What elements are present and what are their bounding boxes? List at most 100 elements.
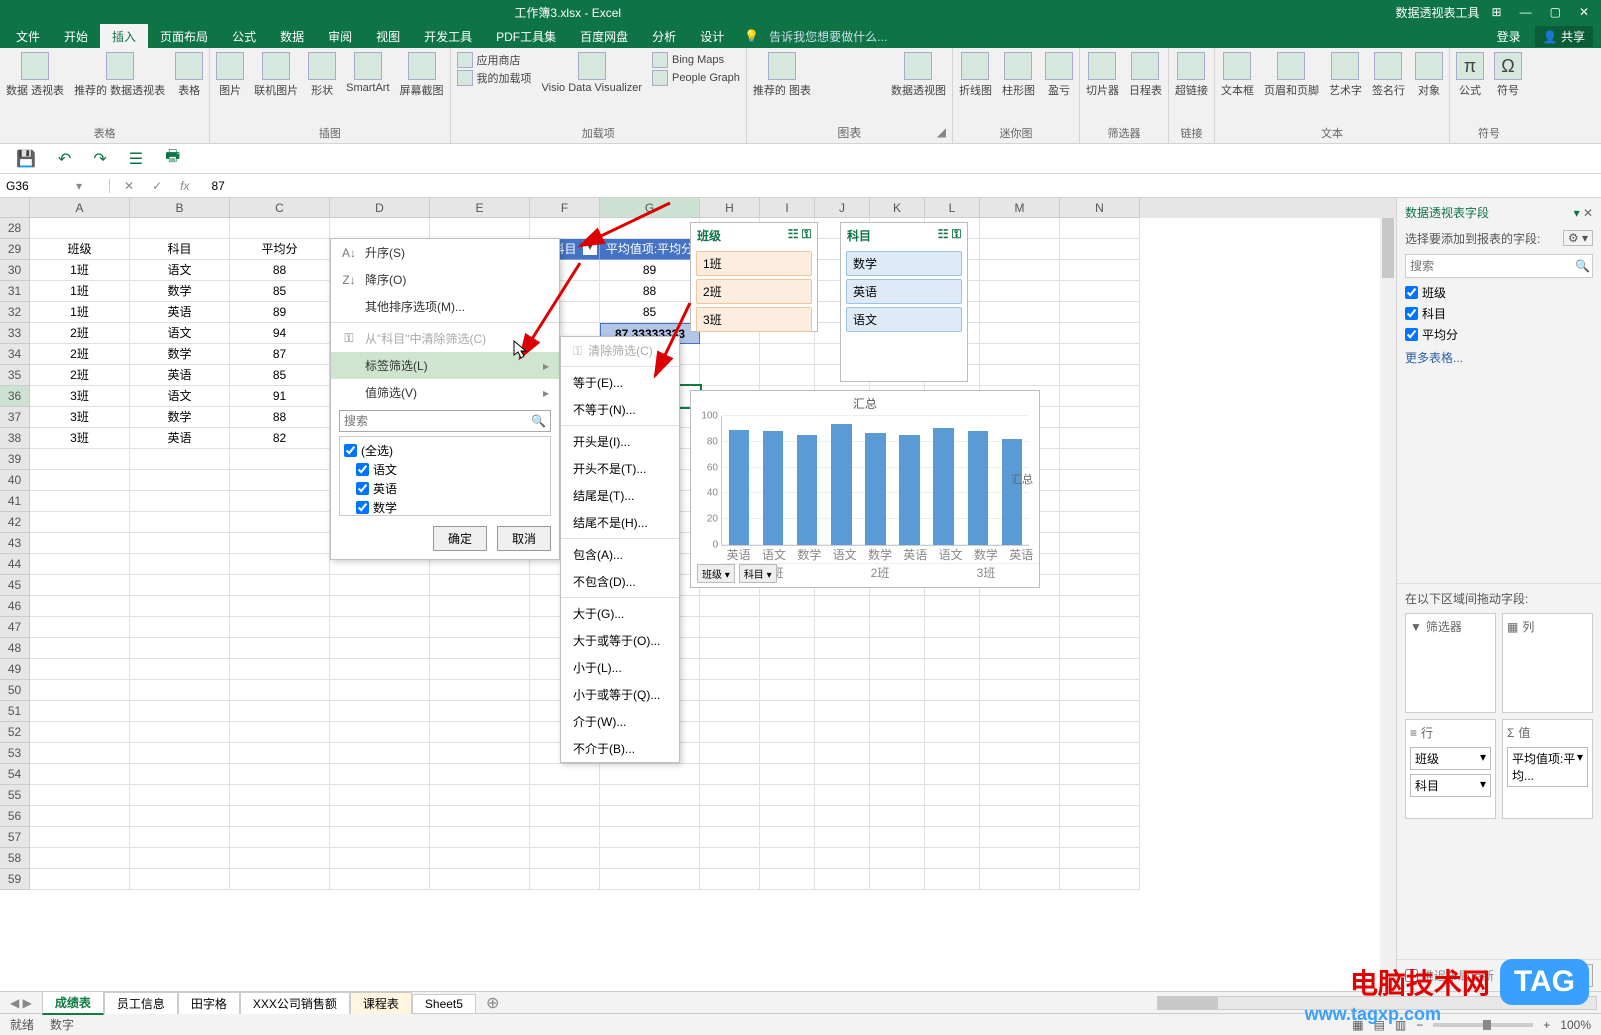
cell[interactable] <box>230 617 330 638</box>
cell[interactable]: 88 <box>230 260 330 281</box>
cell[interactable] <box>230 869 330 890</box>
cell[interactable] <box>760 365 815 386</box>
cell[interactable] <box>1060 407 1140 428</box>
cell[interactable] <box>815 743 870 764</box>
cell[interactable]: 94 <box>230 323 330 344</box>
check-item[interactable] <box>356 482 369 495</box>
row-header[interactable]: 36 <box>0 386 30 407</box>
slicer-item[interactable]: 数学 <box>846 251 962 276</box>
chart-scatter-icon[interactable] <box>863 73 881 91</box>
cell[interactable] <box>1060 554 1140 575</box>
sheet-nav-prev-icon[interactable]: ◀ <box>10 996 19 1010</box>
cell[interactable] <box>925 722 980 743</box>
cell[interactable]: 88 <box>230 407 330 428</box>
cell[interactable] <box>230 659 330 680</box>
sub-lte-item[interactable]: 小于或等于(Q)... <box>561 681 679 708</box>
sub-begins-item[interactable]: 开头是(I)... <box>561 428 679 455</box>
charts-dialog-launcher[interactable]: ◢ <box>937 125 946 139</box>
col-header[interactable]: G <box>600 198 700 218</box>
cell[interactable]: 数学 <box>130 344 230 365</box>
cell[interactable]: 3班 <box>30 407 130 428</box>
col-header[interactable]: J <box>815 198 870 218</box>
cell[interactable] <box>330 785 430 806</box>
cell[interactable]: 数学 <box>130 407 230 428</box>
col-header[interactable]: K <box>870 198 925 218</box>
cell[interactable] <box>815 701 870 722</box>
sheet-tab[interactable]: 田字格 <box>178 992 240 1014</box>
slicer-button[interactable]: 切片器 <box>1086 52 1119 98</box>
cell[interactable] <box>230 680 330 701</box>
row-header[interactable]: 52 <box>0 722 30 743</box>
chart-bar[interactable] <box>797 435 817 545</box>
cell[interactable] <box>925 764 980 785</box>
tab-data[interactable]: 数据 <box>268 24 316 49</box>
label-filter-submenu[interactable]: ⚿清除筛选(C) 等于(E)... 不等于(N)... 开头是(I)... 开头… <box>560 336 680 763</box>
cell[interactable] <box>30 575 130 596</box>
cell[interactable] <box>980 344 1060 365</box>
cell[interactable] <box>230 554 330 575</box>
cell[interactable] <box>870 848 925 869</box>
cell[interactable] <box>1060 449 1140 470</box>
filter-dropdown-menu[interactable]: A↓升序(S) Z↓降序(O) 其他排序选项(M)... ⚿从"科目"中清除筛选… <box>330 238 560 560</box>
cell[interactable]: 82 <box>230 428 330 449</box>
cell[interactable] <box>330 764 430 785</box>
cell[interactable] <box>1060 386 1140 407</box>
cell[interactable] <box>980 365 1060 386</box>
cell[interactable] <box>130 743 230 764</box>
tab-formulas[interactable]: 公式 <box>220 24 268 49</box>
filter-search-input[interactable] <box>340 411 527 431</box>
cell[interactable] <box>925 701 980 722</box>
cell[interactable] <box>760 680 815 701</box>
cell[interactable] <box>1060 596 1140 617</box>
sheet-tab[interactable]: XXX公司销售额 <box>240 992 350 1014</box>
columns-area[interactable]: ▦列 <box>1502 613 1593 713</box>
cell[interactable] <box>130 848 230 869</box>
cell[interactable] <box>760 701 815 722</box>
cell[interactable] <box>30 491 130 512</box>
cell[interactable] <box>230 449 330 470</box>
login-link[interactable]: 登录 <box>1497 28 1521 45</box>
cell[interactable] <box>700 638 760 659</box>
cell[interactable] <box>760 806 815 827</box>
cell[interactable] <box>30 764 130 785</box>
cell[interactable] <box>870 743 925 764</box>
cell[interactable]: 3班 <box>30 428 130 449</box>
equation-button[interactable]: π公式 <box>1456 52 1484 98</box>
pivottable-fields-panel[interactable]: 数据透视表字段▾ ✕ 选择要添加到报表的字段: ⚙ ▾ 🔍 班级 科目 平均分 … <box>1396 198 1601 991</box>
cell[interactable] <box>1060 743 1140 764</box>
zoom-level[interactable]: 100% <box>1560 1018 1591 1032</box>
row-header[interactable]: 29 <box>0 239 30 260</box>
sheet-tab[interactable]: Sheet5 <box>412 994 476 1013</box>
close-button[interactable]: ✕ <box>1579 5 1589 19</box>
cell[interactable] <box>330 218 430 239</box>
chart-col-icon[interactable] <box>821 52 839 70</box>
cell[interactable] <box>700 617 760 638</box>
row-header[interactable]: 41 <box>0 491 30 512</box>
row-header[interactable]: 45 <box>0 575 30 596</box>
cell[interactable] <box>980 827 1060 848</box>
screenshot-button[interactable]: 屏幕截图 <box>400 52 444 98</box>
zoom-in-icon[interactable]: + <box>1543 1018 1550 1032</box>
field-search-input[interactable] <box>1406 255 1569 277</box>
col-header[interactable]: C <box>230 198 330 218</box>
cell[interactable] <box>815 638 870 659</box>
tab-insert[interactable]: 插入 <box>100 24 148 49</box>
chart-pie-icon[interactable] <box>863 52 881 70</box>
panel-close-icon[interactable]: ▾ <box>1574 206 1580 220</box>
cell[interactable] <box>700 365 760 386</box>
name-box-input[interactable] <box>6 179 76 193</box>
cell[interactable] <box>230 533 330 554</box>
cell[interactable] <box>760 617 815 638</box>
cell[interactable] <box>760 785 815 806</box>
cell[interactable] <box>700 785 760 806</box>
cell[interactable] <box>870 701 925 722</box>
row-header[interactable]: 57 <box>0 827 30 848</box>
chart-bar[interactable] <box>763 431 783 545</box>
sub-equals-item[interactable]: 等于(E)... <box>561 369 679 396</box>
cell[interactable] <box>700 848 760 869</box>
sparkline-winloss-button[interactable]: 盈亏 <box>1045 52 1073 98</box>
sort-desc-item[interactable]: Z↓降序(O) <box>331 266 559 293</box>
cell[interactable]: 85 <box>230 365 330 386</box>
cell[interactable] <box>330 617 430 638</box>
cell[interactable] <box>30 596 130 617</box>
